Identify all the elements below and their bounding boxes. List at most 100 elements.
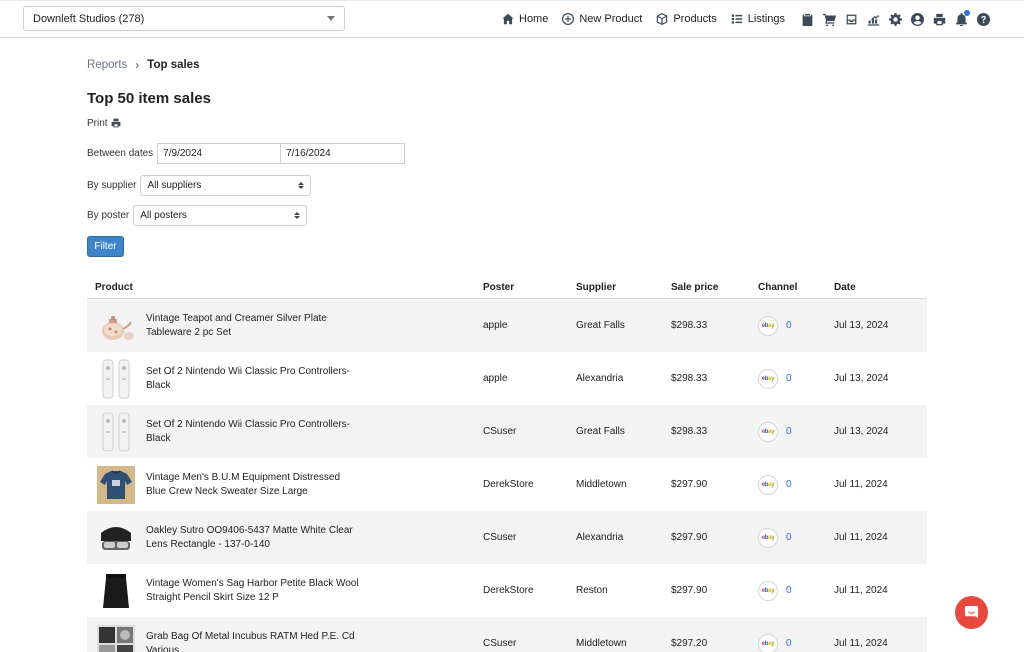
table-row[interactable]: Set Of 2 Nintendo Wii Classic Pro Contro… <box>87 352 927 405</box>
table-row[interactable]: Set Of 2 Nintendo Wii Classic Pro Contro… <box>87 405 927 458</box>
print-link[interactable]: Print <box>87 116 927 130</box>
clipboard-icon[interactable] <box>800 12 815 27</box>
cell-product: Vintage Teapot and Creamer Silver Plate … <box>87 305 483 347</box>
product-name[interactable]: Set Of 2 Nintendo Wii Classic Pro Contro… <box>146 365 361 393</box>
sales-table: Product Poster Supplier Sale price Chann… <box>87 277 927 652</box>
cell-poster: DerekStore <box>483 585 534 596</box>
plus-circle-icon <box>562 13 575 25</box>
header-price[interactable]: Sale price <box>671 282 758 293</box>
date-to-input[interactable]: 7/16/2024 <box>281 143 406 164</box>
bell-icon[interactable] <box>954 9 970 27</box>
ebay-icon[interactable]: ebay <box>758 527 778 548</box>
table-row[interactable]: Vintage Teapot and Creamer Silver Plate … <box>87 299 927 352</box>
supplier-label: By supplier <box>87 180 137 191</box>
channel-count-link[interactable]: 0 <box>786 638 792 649</box>
channel-count-link[interactable]: 0 <box>786 320 792 331</box>
product-name[interactable]: Vintage Women's Sag Harbor Petite Black … <box>146 577 361 605</box>
table-header: Product Poster Supplier Sale price Chann… <box>87 277 927 299</box>
toolbar-icons <box>800 0 991 38</box>
cell-product: Set Of 2 Nintendo Wii Classic Pro Contro… <box>87 411 483 453</box>
product-thumbnail[interactable] <box>95 517 137 559</box>
breadcrumb-reports[interactable]: Reports <box>87 59 127 71</box>
poster-select-value: All posters <box>140 210 187 221</box>
product-name[interactable]: Grab Bag Of Metal Incubus RATM Hed P.E. … <box>146 630 361 652</box>
header-channel[interactable]: Channel <box>758 282 834 293</box>
ebay-icon[interactable]: ebay <box>758 315 778 336</box>
inbox-icon[interactable] <box>844 12 859 27</box>
supplier-select-value: All suppliers <box>147 180 202 191</box>
date-filter: Between dates 7/9/2024 7/16/2024 <box>87 143 406 164</box>
cell-supplier: Great Falls <box>576 426 625 437</box>
cell-channel: ebay 0 <box>758 421 834 442</box>
printer-icon[interactable] <box>932 12 947 27</box>
cell-poster: CSuser <box>483 532 517 543</box>
header-product[interactable]: Product <box>87 282 483 293</box>
product-thumbnail[interactable] <box>95 305 137 347</box>
nav-products-label: Products <box>673 13 717 25</box>
product-name[interactable]: Vintage Men's B.U.M Equipment Distressed… <box>146 471 361 499</box>
channel-count-link[interactable]: 0 <box>786 479 792 490</box>
cart-icon[interactable] <box>822 12 837 27</box>
cell-price: $297.90 <box>671 585 708 596</box>
ebay-icon[interactable]: ebay <box>758 580 778 601</box>
chart-icon[interactable] <box>866 12 881 27</box>
cell-poster: CSuser <box>483 638 517 649</box>
cell-supplier: Alexandria <box>576 532 624 543</box>
nav-new-product-label: New Product <box>579 13 643 25</box>
filter-button[interactable]: Filter <box>87 236 124 257</box>
cell-date: Jul 11, 2024 <box>834 532 888 543</box>
store-select[interactable]: Downleft Studios (278) <box>23 6 345 31</box>
chat-icon <box>964 605 979 619</box>
chevron-down-icon <box>327 16 335 21</box>
channel-count-link[interactable]: 0 <box>786 373 792 384</box>
channel-count-link[interactable]: 0 <box>786 426 792 437</box>
table-row[interactable]: Oakley Sutro OO9406-5437 Matte White Cle… <box>87 511 927 564</box>
print-label: Print <box>87 117 108 129</box>
cell-product: Oakley Sutro OO9406-5437 Matte White Cle… <box>87 517 483 559</box>
store-select-value: Downleft Studios (278) <box>33 12 145 25</box>
ebay-icon[interactable]: ebay <box>758 368 778 389</box>
ebay-icon[interactable]: ebay <box>758 633 778 652</box>
product-thumbnail[interactable] <box>95 623 137 652</box>
product-thumbnail[interactable] <box>95 570 137 612</box>
channel-count-link[interactable]: 0 <box>786 585 792 596</box>
breadcrumb-current: Top sales <box>147 59 200 71</box>
chat-launcher-button[interactable] <box>955 596 988 629</box>
product-name[interactable]: Vintage Teapot and Creamer Silver Plate … <box>146 312 361 340</box>
channel-count-link[interactable]: 0 <box>786 532 792 543</box>
product-thumbnail[interactable] <box>95 411 137 453</box>
table-body: Vintage Teapot and Creamer Silver Plate … <box>87 299 927 652</box>
nav-listings[interactable]: Listings <box>731 13 785 25</box>
header-date[interactable]: Date <box>834 282 927 293</box>
cell-supplier: Alexandria <box>576 373 624 384</box>
header-supplier[interactable]: Supplier <box>576 282 671 293</box>
cell-price: $298.33 <box>671 320 708 331</box>
cell-supplier: Middletown <box>576 479 627 490</box>
nav-home[interactable]: Home <box>502 13 548 25</box>
poster-select[interactable]: All posters <box>133 205 308 226</box>
product-name[interactable]: Set Of 2 Nintendo Wii Classic Pro Contro… <box>146 418 361 446</box>
user-icon[interactable] <box>910 12 925 27</box>
ebay-icon[interactable]: ebay <box>758 421 778 442</box>
cell-date: Jul 13, 2024 <box>834 426 889 437</box>
ebay-icon[interactable]: ebay <box>758 474 778 495</box>
supplier-select[interactable]: All suppliers <box>140 175 312 196</box>
product-thumbnail[interactable] <box>95 358 137 400</box>
cell-poster: CSuser <box>483 426 517 437</box>
product-name[interactable]: Oakley Sutro OO9406-5437 Matte White Cle… <box>146 524 361 552</box>
product-thumbnail[interactable] <box>95 464 137 506</box>
table-row[interactable]: Grab Bag Of Metal Incubus RATM Hed P.E. … <box>87 617 927 652</box>
date-from-input[interactable]: 7/9/2024 <box>157 143 282 164</box>
table-row[interactable]: Vintage Women's Sag Harbor Petite Black … <box>87 564 927 617</box>
cell-poster: apple <box>483 320 508 331</box>
nav-products[interactable]: Products <box>656 13 717 25</box>
help-icon[interactable] <box>976 12 991 27</box>
nav-new-product[interactable]: New Product <box>562 13 642 25</box>
gear-icon[interactable] <box>888 12 903 27</box>
cell-channel: ebay 0 <box>758 315 834 336</box>
header-poster[interactable]: Poster <box>483 282 576 293</box>
cube-icon <box>657 13 668 25</box>
cell-channel: ebay 0 <box>758 580 834 601</box>
main-nav: Home New Product Products Listings <box>502 0 799 38</box>
table-row[interactable]: Vintage Men's B.U.M Equipment Distressed… <box>87 458 927 511</box>
